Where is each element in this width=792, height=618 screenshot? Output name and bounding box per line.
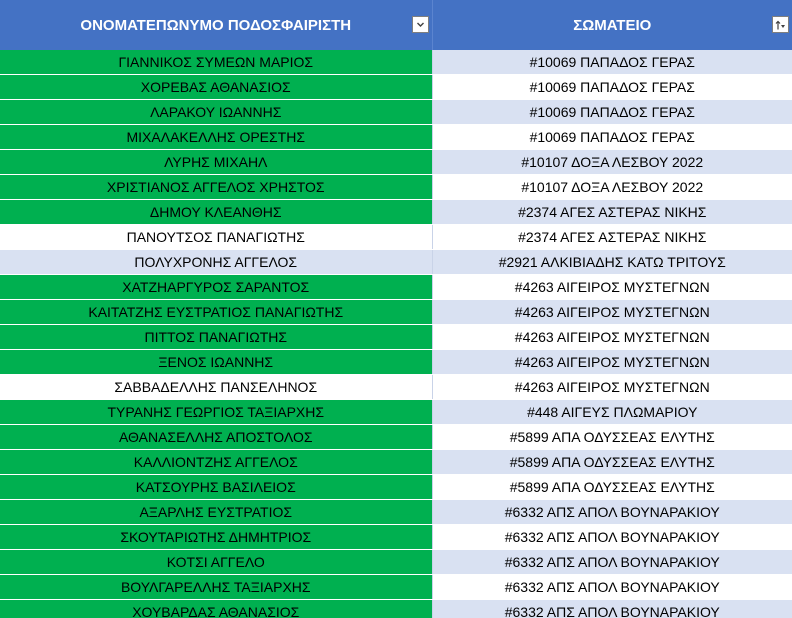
table-row: ΞΕΝΟΣ ΙΩΑΝΝΗΣ #4263 ΑΙΓΕΙΡΟΣ ΜΥΣΤΕΓΝΩΝ bbox=[0, 349, 792, 375]
filter-dropdown-button-player[interactable] bbox=[411, 16, 429, 33]
cell-club[interactable]: #6332 ΑΠΣ ΑΠΟΛ ΒΟΥΝΑΡΑΚΙΟΥ bbox=[432, 499, 792, 525]
column-header-club-label: ΣΩΜΑΤΕΙΟ bbox=[573, 16, 652, 34]
cell-player-name[interactable]: ΑΘΑΝΑΣΕΛΛΗΣ ΑΠΟΣΤΟΛΟΣ bbox=[0, 424, 433, 450]
cell-player-name[interactable]: ΚΑΤΣΟΥΡΗΣ ΒΑΣΙΛΕΙΟΣ bbox=[0, 474, 433, 500]
table-row: ΧΟΡΕΒΑΣ ΑΘΑΝΑΣΙΟΣ #10069 ΠΑΠΑΔΟΣ ΓΕΡΑΣ bbox=[0, 74, 792, 100]
cell-player-name[interactable]: ΣΑΒΒΑΔΕΛΛΗΣ ΠΑΝΣΕΛΗΝΟΣ bbox=[0, 374, 433, 400]
cell-player-name[interactable]: ΚΟΤΣΙ ΑΓΓΕΛΟ bbox=[0, 549, 433, 575]
cell-club[interactable]: #10107 ΔΟΞΑ ΛΕΣΒΟΥ 2022 bbox=[432, 149, 792, 175]
cell-player-name[interactable]: ΒΟΥΛΓΑΡΕΛΛΗΣ ΤΑΞΙΑΡΧΗΣ bbox=[0, 574, 433, 600]
table-row: ΜΙΧΑΛΑΚΕΛΛΗΣ ΟΡΕΣΤΗΣ #10069 ΠΑΠΑΔΟΣ ΓΕΡΑΣ bbox=[0, 124, 792, 150]
header-row: ΟΝΟΜΑΤΕΠΩΝΥΜΟ ΠΟΔΟΣΦΑΙΡΙΣΤΗ ΣΩΜΑΤΕΙΟ bbox=[0, 0, 792, 50]
cell-club[interactable]: #4263 ΑΙΓΕΙΡΟΣ ΜΥΣΤΕΓΝΩΝ bbox=[432, 274, 792, 300]
cell-club[interactable]: #5899 ΑΠΑ ΟΔΥΣΣΕΑΣ ΕΛΥΤΗΣ bbox=[432, 449, 792, 475]
cell-club[interactable]: #6332 ΑΠΣ ΑΠΟΛ ΒΟΥΝΑΡΑΚΙΟΥ bbox=[432, 524, 792, 550]
spreadsheet-view: ΟΝΟΜΑΤΕΠΩΝΥΜΟ ΠΟΔΟΣΦΑΙΡΙΣΤΗ ΣΩΜΑΤΕΙΟ ΓΙΑ… bbox=[0, 0, 792, 618]
table-row: ΚΟΤΣΙ ΑΓΓΕΛΟ #6332 ΑΠΣ ΑΠΟΛ ΒΟΥΝΑΡΑΚΙΟΥ bbox=[0, 549, 792, 575]
cell-player-name[interactable]: ΧΟΥΒΑΡΔΑΣ ΑΘΑΝΑΣΙΟΣ bbox=[0, 599, 433, 618]
cell-player-name[interactable]: ΚΑΛΛΙΟΝΤΖΗΣ ΑΓΓΕΛΟΣ bbox=[0, 449, 433, 475]
cell-player-name[interactable]: ΛΑΡΑΚΟΥ ΙΩΑΝΝΗΣ bbox=[0, 99, 433, 125]
table-row: ΒΟΥΛΓΑΡΕΛΛΗΣ ΤΑΞΙΑΡΧΗΣ #6332 ΑΠΣ ΑΠΟΛ ΒΟΥ… bbox=[0, 574, 792, 600]
cell-club[interactable]: #4263 ΑΙΓΕΙΡΟΣ ΜΥΣΤΕΓΝΩΝ bbox=[432, 374, 792, 400]
sort-ascending-filter-icon bbox=[775, 20, 785, 30]
cell-player-name[interactable]: ΑΞΑΡΛΗΣ ΕΥΣΤΡΑΤΙΟΣ bbox=[0, 499, 433, 525]
cell-club[interactable]: #6332 ΑΠΣ ΑΠΟΛ ΒΟΥΝΑΡΑΚΙΟΥ bbox=[432, 549, 792, 575]
cell-player-name[interactable]: ΠΟΛΥΧΡΟΝΗΣ ΑΓΓΕΛΟΣ bbox=[0, 249, 433, 275]
table-body: ΓΙΑΝΝΙΚΟΣ ΣΥΜΕΩΝ ΜΑΡΙΟΣ #10069 ΠΑΠΑΔΟΣ ΓΕ… bbox=[0, 50, 792, 618]
cell-player-name[interactable]: ΠΙΤΤΟΣ ΠΑΝΑΓΙΩΤΗΣ bbox=[0, 324, 433, 350]
cell-player-name[interactable]: ΣΚΟΥΤΑΡΙΩΤΗΣ ΔΗΜΗΤΡΙΟΣ bbox=[0, 524, 433, 550]
cell-player-name[interactable]: ΠΑΝΟΥΤΣΟΣ ΠΑΝΑΓΙΩΤΗΣ bbox=[0, 224, 433, 250]
table-row: ΣΚΟΥΤΑΡΙΩΤΗΣ ΔΗΜΗΤΡΙΟΣ #6332 ΑΠΣ ΑΠΟΛ ΒΟΥ… bbox=[0, 524, 792, 550]
table-row: ΚΑΙΤΑΤΖΗΣ ΕΥΣΤΡΑΤΙΟΣ ΠΑΝΑΓΙΩΤΗΣ #4263 ΑΙΓ… bbox=[0, 299, 792, 325]
table-row: ΠΟΛΥΧΡΟΝΗΣ ΑΓΓΕΛΟΣ #2921 ΑΛΚΙΒΙΑΔΗΣ ΚΑΤΩ … bbox=[0, 249, 792, 275]
table-row: ΓΙΑΝΝΙΚΟΣ ΣΥΜΕΩΝ ΜΑΡΙΟΣ #10069 ΠΑΠΑΔΟΣ ΓΕ… bbox=[0, 50, 792, 75]
table-row: ΚΑΤΣΟΥΡΗΣ ΒΑΣΙΛΕΙΟΣ #5899 ΑΠΑ ΟΔΥΣΣΕΑΣ ΕΛ… bbox=[0, 474, 792, 500]
table-row: ΑΞΑΡΛΗΣ ΕΥΣΤΡΑΤΙΟΣ #6332 ΑΠΣ ΑΠΟΛ ΒΟΥΝΑΡΑ… bbox=[0, 499, 792, 525]
table-row: ΠΑΝΟΥΤΣΟΣ ΠΑΝΑΓΙΩΤΗΣ #2374 ΑΓΕΣ ΑΣΤΕΡΑΣ Ν… bbox=[0, 224, 792, 250]
column-header-player-label: ΟΝΟΜΑΤΕΠΩΝΥΜΟ ΠΟΔΟΣΦΑΙΡΙΣΤΗ bbox=[80, 16, 352, 34]
cell-club[interactable]: #2374 ΑΓΕΣ ΑΣΤΕΡΑΣ ΝΙΚΗΣ bbox=[432, 199, 792, 225]
cell-club[interactable]: #6332 ΑΠΣ ΑΠΟΛ ΒΟΥΝΑΡΑΚΙΟΥ bbox=[432, 599, 792, 618]
table-row: ΛΑΡΑΚΟΥ ΙΩΑΝΝΗΣ #10069 ΠΑΠΑΔΟΣ ΓΕΡΑΣ bbox=[0, 99, 792, 125]
table-row: ΧΑΤΖΗΑΡΓΥΡΟΣ ΣΑΡΑΝΤΟΣ #4263 ΑΙΓΕΙΡΟΣ ΜΥΣΤ… bbox=[0, 274, 792, 300]
cell-club[interactable]: #10069 ΠΑΠΑΔΟΣ ΓΕΡΑΣ bbox=[432, 50, 792, 75]
cell-player-name[interactable]: ΛΥΡΗΣ ΜΙΧΑΗΛ bbox=[0, 149, 433, 175]
column-header-club[interactable]: ΣΩΜΑΤΕΙΟ bbox=[432, 0, 792, 50]
table-row: ΚΑΛΛΙΟΝΤΖΗΣ ΑΓΓΕΛΟΣ #5899 ΑΠΑ ΟΔΥΣΣΕΑΣ ΕΛ… bbox=[0, 449, 792, 475]
cell-player-name[interactable]: ΧΑΤΖΗΑΡΓΥΡΟΣ ΣΑΡΑΝΤΟΣ bbox=[0, 274, 433, 300]
column-header-player[interactable]: ΟΝΟΜΑΤΕΠΩΝΥΜΟ ΠΟΔΟΣΦΑΙΡΙΣΤΗ bbox=[0, 0, 433, 50]
cell-club[interactable]: #10069 ΠΑΠΑΔΟΣ ΓΕΡΑΣ bbox=[432, 74, 792, 100]
cell-player-name[interactable]: ΚΑΙΤΑΤΖΗΣ ΕΥΣΤΡΑΤΙΟΣ ΠΑΝΑΓΙΩΤΗΣ bbox=[0, 299, 433, 325]
table-row: ΣΑΒΒΑΔΕΛΛΗΣ ΠΑΝΣΕΛΗΝΟΣ #4263 ΑΙΓΕΙΡΟΣ ΜΥΣ… bbox=[0, 374, 792, 400]
cell-club[interactable]: #5899 ΑΠΑ ΟΔΥΣΣΕΑΣ ΕΛΥΤΗΣ bbox=[432, 474, 792, 500]
cell-club[interactable]: #2921 ΑΛΚΙΒΙΑΔΗΣ ΚΑΤΩ ΤΡΙΤΟΥΣ bbox=[432, 249, 792, 275]
table-row: ΧΟΥΒΑΡΔΑΣ ΑΘΑΝΑΣΙΟΣ #6332 ΑΠΣ ΑΠΟΛ ΒΟΥΝΑΡ… bbox=[0, 599, 792, 618]
cell-club[interactable]: #2374 ΑΓΕΣ ΑΣΤΕΡΑΣ ΝΙΚΗΣ bbox=[432, 224, 792, 250]
cell-club[interactable]: #4263 ΑΙΓΕΙΡΟΣ ΜΥΣΤΕΓΝΩΝ bbox=[432, 324, 792, 350]
table-row: ΠΙΤΤΟΣ ΠΑΝΑΓΙΩΤΗΣ #4263 ΑΙΓΕΙΡΟΣ ΜΥΣΤΕΓΝΩ… bbox=[0, 324, 792, 350]
cell-club[interactable]: #6332 ΑΠΣ ΑΠΟΛ ΒΟΥΝΑΡΑΚΙΟΥ bbox=[432, 574, 792, 600]
cell-club[interactable]: #4263 ΑΙΓΕΙΡΟΣ ΜΥΣΤΕΓΝΩΝ bbox=[432, 349, 792, 375]
cell-club[interactable]: #5899 ΑΠΑ ΟΔΥΣΣΕΑΣ ΕΛΥΤΗΣ bbox=[432, 424, 792, 450]
filter-dropdown-button-club[interactable] bbox=[772, 16, 789, 33]
cell-player-name[interactable]: ΞΕΝΟΣ ΙΩΑΝΝΗΣ bbox=[0, 349, 433, 375]
cell-player-name[interactable]: ΜΙΧΑΛΑΚΕΛΛΗΣ ΟΡΕΣΤΗΣ bbox=[0, 124, 433, 150]
table-row: ΤΥΡΑΝΗΣ ΓΕΩΡΓΙΟΣ ΤΑΞΙΑΡΧΗΣ #448 ΑΙΓΕΥΣ ΠΛ… bbox=[0, 399, 792, 425]
cell-player-name[interactable]: ΤΥΡΑΝΗΣ ΓΕΩΡΓΙΟΣ ΤΑΞΙΑΡΧΗΣ bbox=[0, 399, 433, 425]
table-row: ΑΘΑΝΑΣΕΛΛΗΣ ΑΠΟΣΤΟΛΟΣ #5899 ΑΠΑ ΟΔΥΣΣΕΑΣ … bbox=[0, 424, 792, 450]
cell-player-name[interactable]: ΧΡΙΣΤΙΑΝΟΣ ΑΓΓΕΛΟΣ ΧΡΗΣΤΟΣ bbox=[0, 174, 433, 200]
table-row: ΔΗΜΟΥ ΚΛΕΑΝΘΗΣ #2374 ΑΓΕΣ ΑΣΤΕΡΑΣ ΝΙΚΗΣ bbox=[0, 199, 792, 225]
dropdown-arrow-icon bbox=[416, 22, 424, 27]
cell-player-name[interactable]: ΧΟΡΕΒΑΣ ΑΘΑΝΑΣΙΟΣ bbox=[0, 74, 433, 100]
cell-player-name[interactable]: ΓΙΑΝΝΙΚΟΣ ΣΥΜΕΩΝ ΜΑΡΙΟΣ bbox=[0, 50, 433, 75]
cell-club[interactable]: #10069 ΠΑΠΑΔΟΣ ΓΕΡΑΣ bbox=[432, 99, 792, 125]
cell-player-name[interactable]: ΔΗΜΟΥ ΚΛΕΑΝΘΗΣ bbox=[0, 199, 433, 225]
cell-club[interactable]: #10107 ΔΟΞΑ ΛΕΣΒΟΥ 2022 bbox=[432, 174, 792, 200]
players-table: ΟΝΟΜΑΤΕΠΩΝΥΜΟ ΠΟΔΟΣΦΑΙΡΙΣΤΗ ΣΩΜΑΤΕΙΟ ΓΙΑ… bbox=[0, 0, 792, 618]
table-row: ΛΥΡΗΣ ΜΙΧΑΗΛ #10107 ΔΟΞΑ ΛΕΣΒΟΥ 2022 bbox=[0, 149, 792, 175]
cell-club[interactable]: #10069 ΠΑΠΑΔΟΣ ΓΕΡΑΣ bbox=[432, 124, 792, 150]
cell-club[interactable]: #448 ΑΙΓΕΥΣ ΠΛΩΜΑΡΙΟΥ bbox=[432, 399, 792, 425]
table-row: ΧΡΙΣΤΙΑΝΟΣ ΑΓΓΕΛΟΣ ΧΡΗΣΤΟΣ #10107 ΔΟΞΑ ΛΕ… bbox=[0, 174, 792, 200]
cell-club[interactable]: #4263 ΑΙΓΕΙΡΟΣ ΜΥΣΤΕΓΝΩΝ bbox=[432, 299, 792, 325]
